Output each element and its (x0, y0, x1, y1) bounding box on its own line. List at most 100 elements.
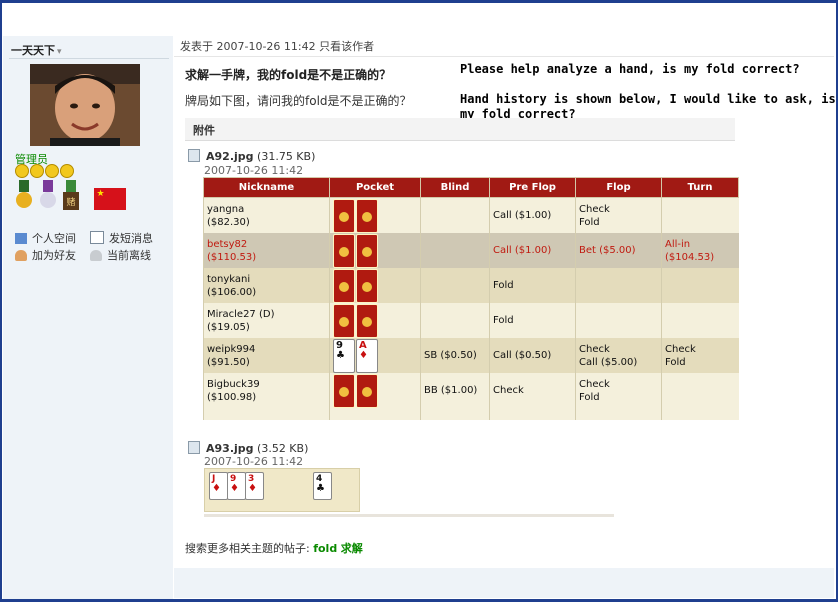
author-sidebar: 一天天下 ▾ 管理员 赌 ★ 个人空间 发短消息 加为好友 当前离线 (3, 36, 173, 599)
add-user-icon (15, 250, 27, 261)
image-file-icon (188, 441, 200, 454)
player-cell: Bigbuck39 ($100.98) (203, 373, 330, 408)
chevron-down-icon[interactable]: ▾ (57, 47, 62, 57)
card-back-icon (333, 233, 355, 268)
column-header: Nickname (203, 177, 330, 198)
blind-cell (420, 197, 490, 233)
preflop-cell: Call ($0.50) (489, 338, 576, 373)
search-keyword-link[interactable]: fold (313, 542, 337, 555)
medal-icon: 赌 (63, 180, 79, 210)
add-friend-link[interactable]: 加为好友 (15, 247, 76, 263)
personal-space-link[interactable]: 个人空间 (15, 230, 76, 246)
pocket-cards (329, 233, 421, 268)
attachments-label: 附件 (193, 124, 215, 137)
avatar (30, 64, 140, 146)
flop-cell: Check Call ($5.00) (575, 338, 662, 373)
window-frame-top (0, 0, 838, 3)
avatar-image (30, 64, 140, 146)
card-back-icon (333, 268, 355, 303)
player-cell: tonykani ($106.00) (203, 268, 330, 303)
preflop-cell: Check (489, 373, 576, 408)
blind-cell: BB ($1.00) (420, 373, 490, 408)
player-stack: ($19.05) (207, 321, 250, 333)
attachment-divider (204, 514, 614, 517)
flop-action: Call ($5.00) (579, 356, 638, 368)
card-back-icon (356, 233, 378, 268)
player-cell: betsy82 ($110.53) (203, 233, 330, 268)
related-search-label: 搜索更多相关主题的帖子: (185, 542, 310, 555)
flop-action: Check (579, 378, 610, 390)
medals: 赌 ★ (15, 180, 126, 210)
attachment-file-1-size: (31.75 KB) (257, 150, 316, 163)
card-suit: ♦ (230, 483, 239, 494)
preflop-cell: Fold (489, 303, 576, 338)
author-name[interactable]: 一天天下 ▾ (11, 42, 62, 58)
flop-action: Check (579, 203, 610, 215)
card-rank: 9 (336, 339, 343, 351)
card-back-icon (356, 373, 378, 408)
table-footer-row (203, 408, 739, 420)
post-body: 牌局如下图，请问我的fold是不是正确的？ (185, 94, 412, 108)
blind-cell (420, 268, 490, 303)
hand-history-table: Nickname Pocket Blind Pre Flop Flop Turn… (203, 177, 739, 420)
flop-action: Bet ($5.00) (579, 245, 636, 256)
card-face-icon: J ♦ (209, 472, 228, 500)
personal-space-label[interactable]: 个人空间 (32, 232, 76, 245)
post-divider (174, 56, 834, 57)
column-header: Pre Flop (489, 177, 576, 198)
attachment-file-2-size: (3.52 KB) (257, 442, 309, 455)
player-name: Bigbuck39 (207, 378, 260, 390)
blind-cell: SB ($0.50) (420, 338, 490, 373)
translation-line-1: Please help analyze a hand, is my fold c… (460, 62, 800, 76)
image-file-icon (188, 149, 200, 162)
card-back-icon (356, 303, 378, 338)
online-status-label: 当前离线 (107, 249, 151, 262)
player-name: tonykani (207, 273, 251, 285)
rank-stars (15, 164, 75, 181)
search-keyword-link[interactable]: 求解 (341, 542, 363, 555)
pocket-cards (329, 303, 421, 338)
pocket-cards (329, 373, 421, 408)
column-header: Turn (661, 177, 739, 198)
card-suit: ♦ (359, 349, 368, 361)
svg-text:赌: 赌 (66, 196, 75, 208)
turn-cell: Check Fold (661, 338, 739, 373)
attachment-file-2[interactable]: A93.jpg (3.52 KB) (188, 441, 308, 455)
attachment-file-1[interactable]: A92.jpg (31.75 KB) (188, 149, 315, 163)
post-meta: 发表于 2007-10-26 11:42 只看该作者 (180, 40, 375, 53)
card-face-icon: 3 ♦ (245, 472, 264, 500)
attachment-file-1-name[interactable]: A92.jpg (206, 150, 254, 163)
flop-cell (575, 303, 662, 338)
attachment-file-1-date: 2007-10-26 11:42 (204, 164, 304, 177)
column-header: Flop (575, 177, 662, 198)
card-back-icon (356, 198, 378, 233)
flop-action: Fold (579, 216, 600, 228)
turn-cell (661, 197, 739, 233)
column-header: Blind (420, 177, 490, 198)
player-stack: ($106.00) (207, 286, 257, 298)
medal-icon (39, 180, 56, 208)
card-back-icon (333, 373, 355, 408)
column-header: Pocket (329, 177, 421, 198)
flop-cell: Check Fold (575, 197, 662, 233)
window-frame-left (0, 0, 2, 602)
send-message-link[interactable]: 发短消息 (90, 230, 153, 246)
sidebar-divider (9, 58, 169, 59)
blind-cell (420, 303, 490, 338)
flop-cell: Bet ($5.00) (575, 233, 662, 268)
send-message-label[interactable]: 发短消息 (109, 232, 153, 245)
online-status: 当前离线 (90, 247, 151, 263)
attachment-file-2-name[interactable]: A93.jpg (206, 442, 254, 455)
player-name: yangna (207, 203, 245, 215)
author-name-text[interactable]: 一天天下 (11, 44, 55, 57)
home-icon (15, 233, 27, 244)
add-friend-label[interactable]: 加为好友 (32, 249, 76, 262)
card-face-icon: 9 ♣ (333, 338, 355, 373)
post-footer-bar (174, 568, 834, 598)
player-name: Miracle27 (D) (207, 308, 275, 320)
attachment-file-2-date: 2007-10-26 11:42 (204, 455, 304, 468)
table-row: tonykani ($106.00) Fold (203, 268, 739, 303)
board-cards-image: J ♦ 9 ♦ 3 ♦ 4 ♣ (204, 468, 360, 512)
turn-action: All-in ($104.53) (665, 238, 715, 263)
flop-cell: Check Fold (575, 373, 662, 408)
